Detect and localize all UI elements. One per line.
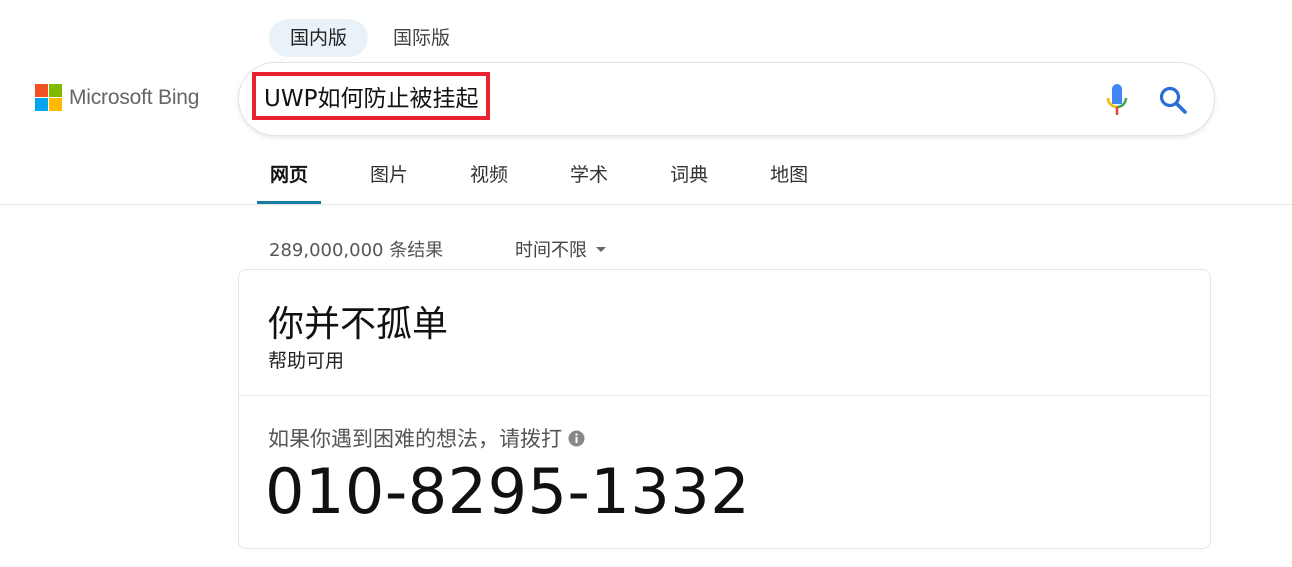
time-filter-dropdown[interactable]: 时间不限: [515, 236, 606, 262]
card-prompt-text: 如果你遇到困难的想法，请拨打: [268, 427, 562, 451]
tab-videos[interactable]: 视频: [457, 150, 521, 204]
region-tab-domestic[interactable]: 国内版: [269, 19, 369, 57]
helpline-phone-number[interactable]: 010-8295-1332: [265, 455, 750, 528]
card-divider: [239, 395, 1210, 396]
tab-academic[interactable]: 学术: [557, 150, 621, 204]
search-icon[interactable]: [1158, 85, 1188, 115]
region-tabs: 国内版 国际版: [269, 19, 471, 57]
helpline-card: 你并不孤单 帮助可用 如果你遇到困难的想法，请拨打 010-8295-1332: [238, 269, 1211, 549]
card-title: 你并不孤单: [268, 304, 449, 345]
search-input[interactable]: UWP如何防止被挂起: [252, 72, 491, 120]
vertical-nav: 网页 图片 视频 学术 词典 地图: [257, 150, 857, 204]
tab-dictionary[interactable]: 词典: [657, 150, 721, 204]
card-subtitle: 帮助可用: [268, 350, 345, 372]
nav-divider: [0, 204, 1292, 205]
microphone-icon[interactable]: [1105, 83, 1129, 117]
search-query-text: UWP如何防止被挂起: [264, 86, 479, 112]
time-filter-label: 时间不限: [515, 240, 587, 261]
caret-down-icon: [596, 246, 606, 252]
tab-images[interactable]: 图片: [357, 150, 421, 204]
microsoft-logo-icon: [35, 84, 62, 111]
tab-web[interactable]: 网页: [257, 150, 322, 204]
region-tab-international[interactable]: 国际版: [372, 19, 471, 57]
card-prompt: 如果你遇到困难的想法，请拨打: [268, 423, 585, 453]
bing-logo[interactable]: Microsoft Bing: [35, 84, 199, 111]
result-count: 289,000,000 条结果: [269, 240, 444, 261]
info-icon[interactable]: [568, 430, 585, 447]
search-box: UWP如何防止被挂起: [239, 63, 1214, 135]
tab-maps[interactable]: 地图: [757, 150, 821, 204]
logo-text: Microsoft Bing: [69, 85, 200, 109]
